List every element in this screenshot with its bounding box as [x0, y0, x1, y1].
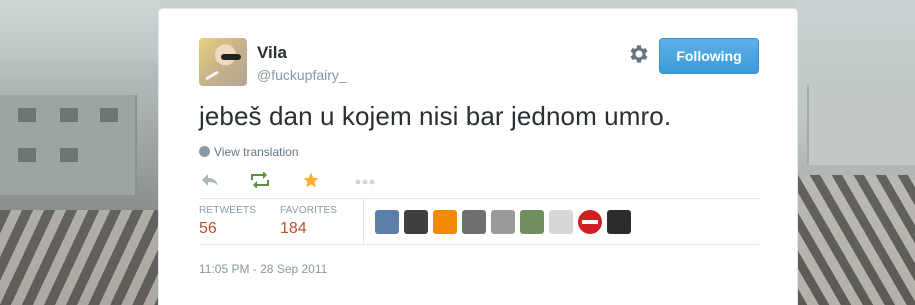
- display-name[interactable]: Vila: [257, 43, 287, 63]
- favorites-label: FAVORITES: [280, 205, 338, 216]
- view-translation-label: View translation: [214, 145, 299, 159]
- favorites-count[interactable]: 184: [280, 220, 307, 238]
- following-button[interactable]: Following: [659, 38, 759, 74]
- favoriter-avatar-6[interactable]: [520, 210, 544, 234]
- favoriter-avatar-9[interactable]: [607, 210, 631, 234]
- favoriter-avatar-4[interactable]: [462, 210, 486, 234]
- divider: [199, 244, 759, 245]
- retweets-label: RETWEETS: [199, 205, 257, 216]
- gear-icon[interactable]: [627, 42, 651, 66]
- view-translation-link[interactable]: View translation: [199, 145, 299, 159]
- favoriter-avatar-2[interactable]: [404, 210, 428, 234]
- background-top: [160, 0, 797, 8]
- favoriter-avatar-1[interactable]: [375, 210, 399, 234]
- stats-separator: [363, 199, 364, 245]
- tweet-text: jebeš dan u kojem nisi bar jednom umro.: [199, 101, 672, 131]
- tweet-timestamp[interactable]: 11:05 PM - 28 Sep 2011: [199, 262, 327, 276]
- globe-icon: [199, 146, 210, 157]
- background-left: [0, 60, 160, 305]
- retweet-icon[interactable]: [249, 172, 271, 188]
- favoriter-avatar-7[interactable]: [549, 210, 573, 234]
- username[interactable]: @fuckupfairy_: [257, 67, 347, 83]
- star-icon[interactable]: [302, 171, 320, 189]
- background-right: [797, 0, 915, 305]
- favoriter-avatar-8[interactable]: [578, 210, 602, 234]
- favoriter-avatar-3[interactable]: [433, 210, 457, 234]
- retweets-count[interactable]: 56: [199, 220, 217, 238]
- favoriter-avatar-5[interactable]: [491, 210, 515, 234]
- divider: [199, 198, 759, 199]
- reply-icon[interactable]: [201, 172, 219, 188]
- more-icon[interactable]: [355, 177, 375, 187]
- user-avatar[interactable]: [199, 38, 247, 86]
- tweet-card: Vila @fuckupfairy_ Following jebeš dan u…: [158, 8, 798, 305]
